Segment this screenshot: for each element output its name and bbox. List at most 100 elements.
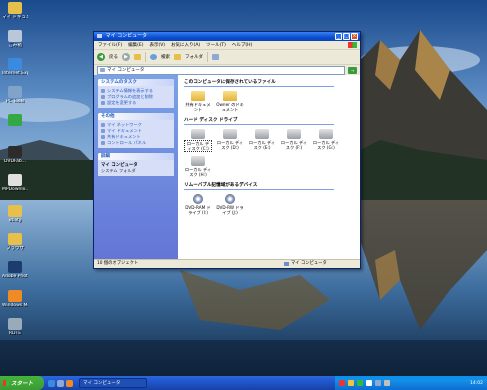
menu-favorites[interactable]: お気に入り(A) <box>171 42 200 48</box>
desktop-icon-label: ごみ箱 <box>8 43 22 48</box>
network-icon[interactable] <box>375 380 381 386</box>
views-icon[interactable] <box>212 54 219 60</box>
address-input[interactable]: マイ コンピュータ <box>97 65 345 75</box>
desktop-icon[interactable]: RDTE <box>2 318 28 336</box>
internet-explorer-icon[interactable] <box>48 379 55 387</box>
folder-icon <box>223 91 237 101</box>
folders-icon[interactable] <box>174 54 181 60</box>
toolbar: ◀ 戻る ▶ 検索 フォルダ <box>94 50 360 65</box>
volume-icon[interactable] <box>384 380 390 386</box>
drive-f[interactable]: ローカル ディスク (F:) <box>280 129 308 152</box>
desktop-icon[interactable]: Windows Media Player <box>2 290 28 308</box>
my-computer-window[interactable]: マイ コンピュータ _ □ × ファイル(F) 編集(E) 表示(V) お気に入… <box>93 31 361 269</box>
search-icon[interactable] <box>150 54 157 60</box>
media-player-icon[interactable] <box>66 379 73 387</box>
panel-heading[interactable]: 詳細 <box>98 153 174 160</box>
desktop-icon[interactable]: ごみ箱 <box>2 30 28 48</box>
object-count: 10 個のオブジェクト <box>97 261 139 266</box>
green-app-icon <box>8 114 22 126</box>
network-icon <box>101 123 105 127</box>
desktop-icon-label: Adobe Photosh... <box>2 274 28 279</box>
folder-icon <box>191 91 205 101</box>
file-view: このコンピュータに保存されているファイル 共有ドキュメント Owner のドキュ… <box>178 75 360 260</box>
title-bar[interactable]: マイ コンピュータ _ □ × <box>94 32 360 41</box>
hard-disk-icon <box>287 129 301 139</box>
menu-help[interactable]: ヘルプ(H) <box>232 42 252 48</box>
app-icon <box>8 318 22 330</box>
menu-bar: ファイル(F) 編集(E) 表示(V) お気に入り(A) ツール(T) ヘルプ(… <box>94 41 360 50</box>
drive-i[interactable]: DVD-RAM ドライブ (I:) <box>184 194 212 215</box>
desktop-icon[interactable]: Adobe Photosh... <box>2 261 28 279</box>
desktop-icon[interactable]: utility <box>2 205 28 223</box>
taskbar: スタート マイ コンピュータ 14:02 <box>0 376 487 390</box>
drive-g[interactable]: ローカル ディスク (G:) <box>312 129 340 152</box>
desktop-icon[interactable]: プラウザ <box>2 233 28 251</box>
quick-launch <box>48 379 73 387</box>
desktop-icon[interactable] <box>2 114 28 127</box>
desktop-icon-label: DVDFab... <box>3 159 26 164</box>
pc-tools-icon <box>8 86 22 98</box>
tray-app-icon[interactable] <box>366 380 372 386</box>
panel-heading[interactable]: その他 <box>98 113 174 120</box>
search-button-label[interactable]: 検索 <box>161 54 170 60</box>
back-button-label[interactable]: 戻る <box>109 54 118 60</box>
menu-edit[interactable]: 編集(E) <box>128 42 143 48</box>
folders-button-label[interactable]: フォルダ <box>185 54 203 60</box>
desktop-icon-label: マイ ドキュメント <box>2 15 28 20</box>
menu-view[interactable]: 表示(V) <box>149 42 165 48</box>
desktop-icon[interactable]: Internet Explorer <box>2 58 28 76</box>
close-button[interactable]: × <box>351 33 358 40</box>
desktop-icon-label: Windows Media Player <box>2 303 28 308</box>
start-button[interactable]: スタート <box>0 376 44 390</box>
go-button[interactable]: → <box>348 66 357 74</box>
panel-heading[interactable]: システムのタスク <box>98 79 174 86</box>
tray-app-icon[interactable] <box>348 380 354 386</box>
desktop-icon[interactable]: DVDFab... <box>2 146 28 164</box>
address-value: マイ コンピュータ <box>107 68 145 73</box>
menu-tools[interactable]: ツール(T) <box>206 42 226 48</box>
shared-folder-icon <box>101 135 105 139</box>
my-computer-icon <box>284 262 289 266</box>
system-info-icon <box>101 89 105 93</box>
minimize-button[interactable]: _ <box>335 33 342 40</box>
drive-c[interactable]: ローカル ディスク (C:) <box>184 129 212 152</box>
taskbar-item-my-computer[interactable]: マイ コンピュータ <box>79 378 147 388</box>
drive-j[interactable]: DVD-RW ドライブ (J:) <box>216 194 244 215</box>
forward-icon[interactable]: ▶ <box>122 53 130 61</box>
back-icon[interactable]: ◀ <box>97 53 105 61</box>
link-control-panel[interactable]: コントロール パネル <box>101 140 171 146</box>
details-panel: 詳細 マイ コンピュータ システム フォルダ <box>98 153 174 176</box>
clock[interactable]: 14:02 <box>470 381 483 386</box>
menu-file[interactable]: ファイル(F) <box>98 42 122 48</box>
drive-h[interactable]: ローカル ディスク (H:) <box>184 156 212 177</box>
maximize-button[interactable]: □ <box>343 33 350 40</box>
show-desktop-icon[interactable] <box>57 379 64 387</box>
internet-explorer-icon <box>8 58 22 70</box>
desktop-icon[interactable]: PC Tools <box>2 86 28 104</box>
other-places-panel: その他 マイ ネットワーク マイ ドキュメント 共有ドキュメント コントロール … <box>98 113 174 148</box>
programs-icon <box>101 95 105 99</box>
status-bar: 10 個のオブジェクト マイ コンピュータ <box>94 259 360 268</box>
hard-disk-icon <box>191 129 205 139</box>
desktop-icon-label: プラウザ <box>6 246 24 251</box>
settings-icon <box>101 101 105 105</box>
dvd-drive-icon <box>193 194 203 204</box>
group-heading: このコンピュータに保存されているファイル <box>184 79 334 87</box>
shared-documents-folder[interactable]: 共有ドキュメント <box>184 91 212 112</box>
my-computer-icon <box>100 68 105 72</box>
desktop-icon-label: RDTE <box>8 331 22 336</box>
window-title: マイ コンピュータ <box>105 33 148 39</box>
up-folder-icon[interactable] <box>134 54 141 60</box>
toolbar-separator <box>207 52 208 62</box>
tray-app-icon[interactable] <box>357 380 363 386</box>
dvd-drive-icon <box>225 194 235 204</box>
desktop-icon-label: PC Tools <box>5 99 25 104</box>
task-change-setting[interactable]: 設定を変更する <box>101 100 171 106</box>
desktop-icon[interactable]: マイ ドキュメント <box>2 2 28 20</box>
control-panel-icon <box>101 141 105 145</box>
drive-e[interactable]: ローカル ディスク (E:) <box>248 129 276 152</box>
owner-documents-folder[interactable]: Owner のドキュメント <box>216 91 244 112</box>
drive-d[interactable]: ローカル ディスク (D:) <box>216 129 244 152</box>
desktop-icon[interactable]: MPDownlo... <box>2 174 28 192</box>
tray-app-icon[interactable] <box>339 380 345 386</box>
